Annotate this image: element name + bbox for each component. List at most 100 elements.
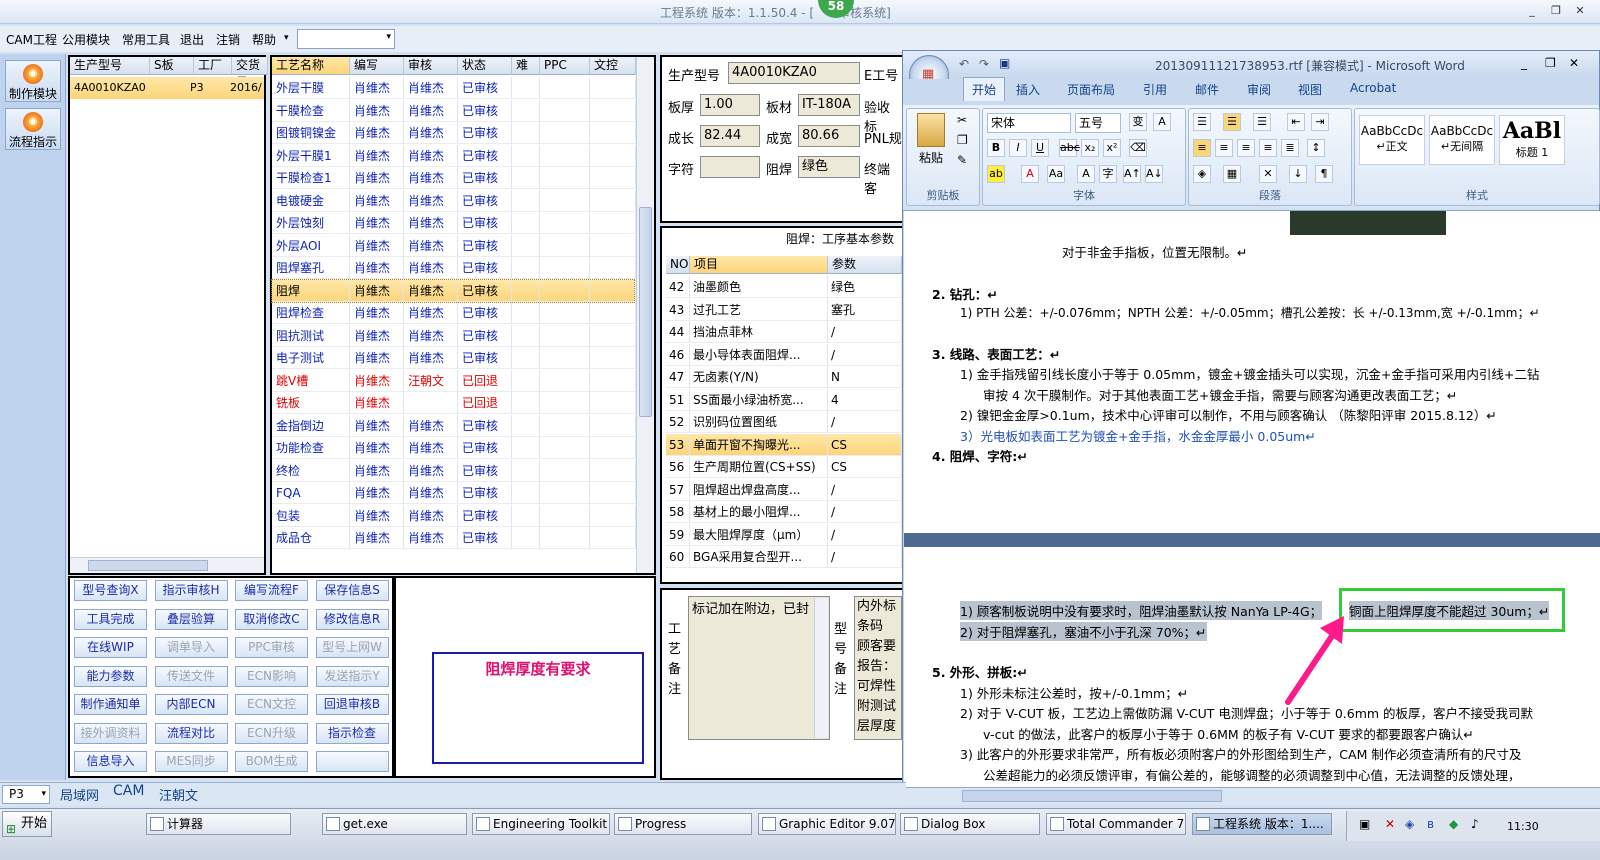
len-field[interactable]: 82.44 (700, 125, 760, 147)
table-row[interactable]: 47 无卤素(Y/N) N (666, 366, 902, 388)
action-button[interactable]: 指示检查 (315, 722, 389, 744)
taskbar-item[interactable]: 工程系统 版本：1.... (1192, 813, 1332, 835)
restore-icon[interactable]: ❐ (1548, 4, 1564, 18)
menu-help[interactable]: 帮助 (252, 31, 276, 48)
tray-security-icon[interactable]: ◆ (1449, 817, 1458, 831)
col-header-writer[interactable]: 编写 (350, 57, 404, 75)
shading-icon[interactable]: ◈ (1193, 165, 1211, 183)
col-header-doccontrol[interactable]: 文控 (590, 57, 636, 75)
craft-remarks-field[interactable]: 标记加在附边，已封 (688, 596, 830, 740)
table-row[interactable]: 4A0010KZA0 P3 2016/ (70, 77, 264, 99)
action-button[interactable]: 型号查询X (74, 580, 147, 601)
table-row[interactable]: 外层AOI 肖维杰 肖维杰 已审核 (272, 234, 636, 257)
menu-logout[interactable]: 注销 (216, 31, 240, 48)
action-button[interactable]: 传送文件 (154, 665, 228, 687)
col-header-difficulty[interactable]: 难 (512, 57, 540, 75)
taskbar-item[interactable]: Graphic Editor 9.07b2... (758, 813, 896, 835)
shrink-font-icon[interactable]: A↓ (1145, 165, 1163, 183)
menu-cam[interactable]: CAM工程 (6, 31, 57, 48)
menu-exit[interactable]: 退出 (180, 31, 204, 48)
italic-icon[interactable]: I (1009, 139, 1027, 157)
production-module-button[interactable]: ◉ 制作模块 (5, 60, 61, 102)
scroll-thumb[interactable] (88, 560, 208, 571)
table-row[interactable]: 51 SS面最小绿油桥宽... 4 (666, 388, 902, 411)
action-button[interactable]: 内部ECN (154, 694, 228, 715)
col-header-status[interactable]: 状态 (458, 57, 512, 75)
action-button[interactable]: PPC审核 (235, 637, 308, 658)
numbering-icon[interactable]: ☰ (1223, 113, 1241, 131)
decrease-indent-icon[interactable]: ⇤ (1287, 113, 1305, 131)
col-header-model[interactable]: 生产型号 (70, 57, 150, 75)
taskbar-item[interactable]: Engineering Toolkit 9.... (472, 813, 610, 835)
bullets-icon[interactable]: ☰ (1193, 113, 1211, 131)
table-row[interactable]: 干膜检查 肖维杰 肖维杰 已审核 (272, 99, 636, 122)
col-header-factory[interactable]: 工厂 (194, 57, 232, 75)
col-header-ppc[interactable]: PPC (540, 57, 590, 75)
word-restore-icon[interactable]: ❐ (1545, 56, 1556, 70)
prod-field[interactable]: 4A0010KZA0 (728, 62, 860, 84)
process-guide-button[interactable]: ◉ 流程指示 (5, 108, 61, 150)
thick-field[interactable]: 1.00 (700, 94, 760, 116)
action-button[interactable]: 制作通知单 (74, 694, 147, 715)
cut-icon[interactable]: ✂ (957, 113, 967, 127)
tab-lan[interactable]: 局域网 (60, 785, 99, 804)
tray-x-icon[interactable]: ✕ (1385, 817, 1395, 831)
table-row[interactable]: FQA 肖维杰 肖维杰 已审核 (272, 482, 636, 504)
table-row[interactable]: 43 过孔工艺 塞孔 (666, 298, 902, 321)
redo-icon[interactable]: ↷ (979, 57, 989, 71)
clear-format-icon[interactable]: ⌫ (1129, 139, 1147, 157)
model-remarks-field[interactable]: 内外标 条码 顾客要 报告： 可焊性 附测试 层厚度 (854, 596, 902, 740)
paste-label[interactable]: 粘贴 (919, 149, 943, 166)
action-button[interactable] (315, 751, 389, 772)
action-button[interactable]: 信息导入 (74, 751, 147, 772)
table-row[interactable]: 阻焊检查 肖维杰 肖维杰 已审核 (272, 302, 636, 324)
action-button[interactable]: 在线WIP (74, 637, 147, 658)
table-row[interactable]: 52 识别码位置图纸 / (666, 411, 902, 433)
strikethrough-icon[interactable]: abc (1059, 139, 1080, 157)
ribbon-tab[interactable]: Acrobat (1350, 81, 1396, 95)
sort-icon[interactable]: ↓ (1289, 165, 1307, 183)
action-button[interactable]: 修改信息R (315, 608, 389, 630)
char-border-icon[interactable]: A (1153, 113, 1171, 131)
action-button[interactable]: ECN影响 (235, 665, 308, 687)
align-right-icon[interactable]: ≡ (1237, 139, 1255, 157)
font-name-select[interactable]: 宋体 (987, 113, 1071, 133)
table-row[interactable]: 46 最小导体表面阻焊... / (666, 343, 902, 366)
table-row[interactable]: 阻抗测试 肖维杰 肖维杰 已审核 (272, 324, 636, 347)
menu-common-modules[interactable]: 公用模块 (62, 31, 110, 48)
action-button[interactable]: BOM生成 (235, 751, 308, 772)
grow-font-icon[interactable]: A↑ (1123, 165, 1141, 183)
tray-volume-icon[interactable]: ♪ (1471, 817, 1479, 831)
table-row[interactable]: 53 单面开窗不掏曝光... CS (666, 433, 902, 456)
table-row[interactable]: 59 最大阻焊厚度（μm） / (666, 523, 902, 546)
change-case-icon[interactable]: 变 (1129, 113, 1147, 131)
remarks-scrollbar[interactable] (814, 598, 828, 738)
table-row[interactable]: 57 阻焊超出焊盘高度... / (666, 478, 902, 501)
table-row[interactable]: 外层干膜1 肖维杰 肖维杰 已审核 (272, 144, 636, 167)
font-size-select[interactable]: 五号 (1075, 113, 1121, 133)
word-close-icon[interactable]: ✕ (1569, 56, 1579, 70)
tray-bluetooth-icon[interactable]: ʙ (1427, 817, 1434, 831)
table-row[interactable]: 42 油墨颜色 绿色 (666, 276, 902, 298)
taskbar-item[interactable]: Total Commander 7.0 ... (1046, 813, 1186, 835)
tab-cam[interactable]: CAM (113, 783, 144, 799)
underline-icon[interactable]: U (1031, 139, 1049, 157)
table-row[interactable]: 外层蚀刻 肖维杰 肖维杰 已审核 (272, 212, 636, 234)
ribbon-tab[interactable]: 审阅 (1247, 81, 1271, 98)
table-row[interactable]: 电子测试 肖维杰 肖维杰 已审核 (272, 347, 636, 369)
char-shading-icon[interactable]: A (1077, 165, 1095, 183)
action-button[interactable]: ECN文控 (235, 694, 308, 715)
justify-icon[interactable]: ≡ (1259, 139, 1277, 157)
tray-network-icon[interactable]: ▣ (1359, 817, 1370, 831)
action-button[interactable]: 发送指示Y (315, 665, 389, 687)
table-row[interactable]: 包装 肖维杰 肖维杰 已审核 (272, 504, 636, 527)
increase-indent-icon[interactable]: ⇥ (1311, 113, 1329, 131)
table-row[interactable]: 干膜检查1 肖维杰 肖维杰 已审核 (272, 167, 636, 189)
format-painter-icon[interactable]: ✎ (957, 153, 967, 167)
action-button[interactable]: 接外调资料 (74, 722, 147, 744)
tray-shield-icon[interactable]: ◈ (1405, 817, 1414, 831)
taskbar-item[interactable]: get.exe (322, 813, 467, 835)
ribbon-tab[interactable]: 邮件 (1195, 81, 1219, 98)
ribbon-tab[interactable]: 视图 (1298, 81, 1322, 98)
table-row[interactable]: 56 生产周期位置(CS+SS) CS (666, 456, 902, 478)
